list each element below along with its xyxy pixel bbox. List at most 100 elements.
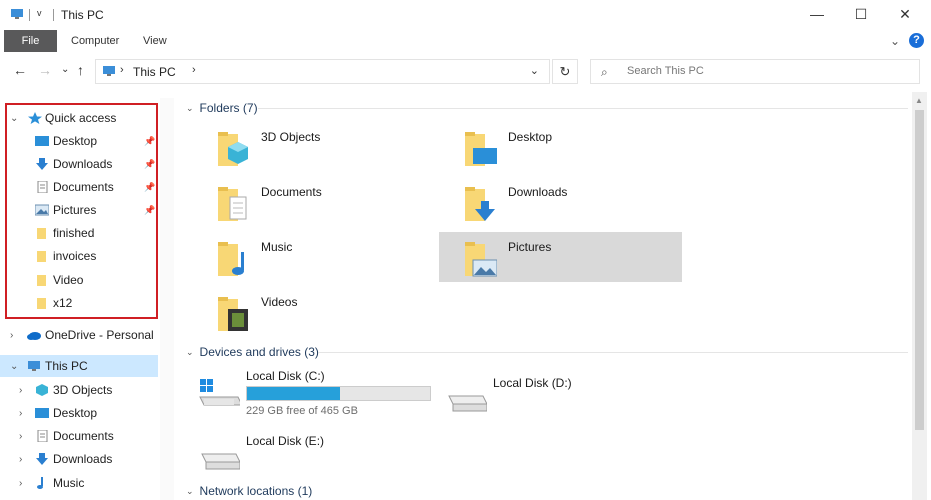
maximize-button[interactable]: ☐ <box>853 6 869 22</box>
up-button[interactable]: ↑ <box>77 62 84 78</box>
divider <box>318 352 908 353</box>
tab-file[interactable]: File <box>4 30 57 52</box>
nav-qa-desktop[interactable]: Desktop 📌 <box>0 130 158 152</box>
nav-onedrive[interactable]: › OneDrive - Personal <box>0 324 158 346</box>
expand-chevron-icon[interactable]: ⌄ <box>10 361 18 372</box>
pin-icon[interactable]: 📌 <box>144 205 155 216</box>
content-scrollbar[interactable]: ▲ <box>912 92 927 500</box>
folder-tile-desktop[interactable]: Desktop <box>439 124 682 174</box>
recent-locations-button[interactable]: ⌄ <box>61 64 69 75</box>
content-pane: ⌄ Folders (7) 3D Objects Desktop Documen… <box>178 92 913 500</box>
expand-chevron-icon[interactable]: › <box>19 454 22 465</box>
pin-icon[interactable]: 📌 <box>144 159 155 170</box>
nav-qa-documents[interactable]: Documents 📌 <box>0 176 158 198</box>
tab-computer[interactable]: Computer <box>63 30 127 52</box>
folder-tile-documents[interactable]: Documents <box>192 179 435 229</box>
navigation-pane: ⌄ Quick access Desktop 📌 Downloads 📌 Doc… <box>0 98 175 500</box>
drive-tile-d[interactable]: Local Disk (D:) <box>425 376 675 430</box>
nav-label: Desktop <box>53 134 98 148</box>
scrollbar-thumb[interactable] <box>915 110 924 430</box>
folders-group-header[interactable]: ⌄ Folders (7) <box>186 101 258 115</box>
nav-qa-pictures[interactable]: Pictures 📌 <box>0 199 158 221</box>
nav-label: Quick access <box>45 111 117 125</box>
folder-tile-videos[interactable]: Videos <box>192 289 435 339</box>
drive-label: Local Disk (D:) <box>493 376 572 390</box>
expand-chevron-icon[interactable]: ⌄ <box>10 113 18 124</box>
drive-tile-c[interactable]: Local Disk (C:) 229 GB free of 465 GB <box>178 369 431 423</box>
address-bar[interactable]: › This PC › ⌄ <box>95 59 550 84</box>
nav-qa-finished[interactable]: finished <box>0 222 158 244</box>
nav-label: invoices <box>53 249 97 263</box>
devices-group-header[interactable]: ⌄ Devices and drives (3) <box>186 345 319 359</box>
forward-button[interactable]: → <box>38 62 52 78</box>
nav-pc-3d-objects[interactable]: › 3D Objects <box>0 379 158 401</box>
drive-usage-bar <box>246 386 431 401</box>
group-label: Network locations (1) <box>199 484 313 498</box>
collapse-chevron-icon[interactable]: ⌄ <box>186 347 194 358</box>
nav-qa-x12[interactable]: x12 <box>0 292 158 314</box>
nav-qa-downloads[interactable]: Downloads 📌 <box>0 153 158 175</box>
nav-label: Documents <box>53 180 114 194</box>
separator <box>29 9 30 21</box>
expand-chevron-icon[interactable]: › <box>19 408 22 419</box>
folder-icon <box>37 228 46 239</box>
nav-label: OneDrive - Personal <box>45 328 154 342</box>
breadcrumb-this-pc[interactable]: This PC <box>133 65 176 79</box>
search-input[interactable]: Search This PC <box>627 65 704 77</box>
help-icon[interactable]: ? <box>909 33 924 48</box>
quick-access-toolbar-dropdown[interactable]: v <box>37 8 42 18</box>
expand-chevron-icon[interactable]: › <box>10 330 13 341</box>
pin-icon[interactable]: 📌 <box>144 182 155 193</box>
folder-label: Music <box>261 240 293 254</box>
expand-chevron-icon[interactable]: › <box>19 385 22 396</box>
desktop-icon <box>35 408 49 418</box>
drive-label: Local Disk (E:) <box>246 434 325 448</box>
nav-quick-access[interactable]: ⌄ Quick access <box>0 107 158 129</box>
collapse-chevron-icon[interactable]: ⌄ <box>186 103 194 114</box>
tab-view[interactable]: View <box>135 30 175 52</box>
folder-tile-music[interactable]: Music <box>192 234 435 284</box>
nav-pc-desktop[interactable]: › Desktop <box>0 402 158 424</box>
divider <box>258 108 908 109</box>
nav-qa-video[interactable]: Video <box>0 269 158 291</box>
breadcrumb-chevron-icon[interactable]: › <box>120 64 124 76</box>
nav-qa-invoices[interactable]: invoices <box>0 245 158 267</box>
expand-chevron-icon[interactable]: › <box>19 431 22 442</box>
nav-this-pc[interactable]: ⌄ This PC <box>0 355 158 377</box>
documents-icon <box>37 181 48 193</box>
documents-folder-icon <box>218 187 247 221</box>
nav-pc-documents[interactable]: › Documents <box>0 425 158 447</box>
nav-pane-scrollbar[interactable] <box>160 98 174 500</box>
refresh-button[interactable]: ↻ <box>552 59 578 84</box>
music-note-icon <box>37 477 43 489</box>
folder-tile-pictures[interactable]: Pictures <box>439 232 682 282</box>
nav-pc-downloads[interactable]: › Downloads <box>0 448 158 470</box>
back-button[interactable]: ← <box>13 62 27 78</box>
folder-label: Downloads <box>508 185 568 199</box>
breadcrumb-chevron-icon[interactable]: › <box>192 64 196 76</box>
ribbon-expand-chevron-icon[interactable]: ⌄ <box>890 34 900 48</box>
nav-label: This PC <box>45 359 88 373</box>
nav-pc-music[interactable]: › Music <box>0 472 158 494</box>
network-group-header[interactable]: ⌄ Network locations (1) <box>186 484 312 498</box>
folder-label: Pictures <box>508 240 552 254</box>
drive-icon <box>201 453 240 470</box>
nav-label: Documents <box>53 429 114 443</box>
expand-chevron-icon[interactable]: › <box>19 478 22 489</box>
nav-label: Video <box>53 273 84 287</box>
drive-tile-e[interactable]: Local Disk (E:) <box>178 434 428 488</box>
search-box[interactable]: ⌕ Search This PC <box>590 59 920 84</box>
folder-tile-3d-objects[interactable]: 3D Objects <box>192 124 435 174</box>
collapse-chevron-icon[interactable]: ⌄ <box>186 486 194 497</box>
downloads-icon <box>36 158 48 170</box>
folder-label: Desktop <box>508 130 553 144</box>
close-button[interactable]: ✕ <box>897 6 913 22</box>
folder-tile-downloads[interactable]: Downloads <box>439 179 682 229</box>
cube-icon <box>36 384 48 396</box>
minimize-button[interactable]: — <box>809 6 825 22</box>
scroll-up-arrow-icon[interactable]: ▲ <box>915 96 923 105</box>
pin-icon[interactable]: 📌 <box>144 136 155 147</box>
drive-label: Local Disk (C:) <box>246 369 325 383</box>
address-dropdown-icon[interactable]: ⌄ <box>530 64 539 77</box>
folder-icon <box>37 275 46 286</box>
